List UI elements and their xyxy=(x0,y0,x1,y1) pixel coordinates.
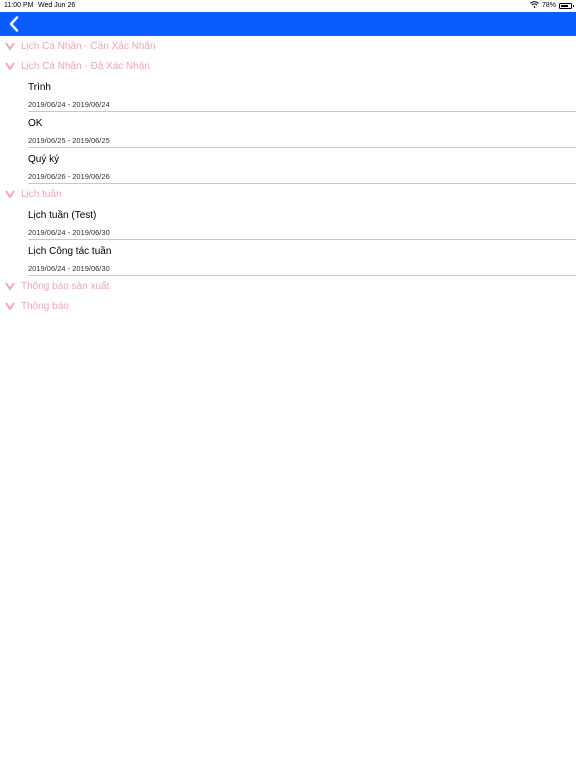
section-title: Thông báo sản xuất xyxy=(21,280,110,292)
back-button[interactable] xyxy=(6,15,22,33)
item-dates: 2019/06/25 - 2019/06/25 xyxy=(28,136,110,145)
item-title: Lịch Công tác tuần xyxy=(28,246,112,257)
battery-fill xyxy=(561,4,569,7)
status-right: 78% xyxy=(530,1,574,10)
item-title: Quý ký xyxy=(28,154,60,165)
status-bar: 11:00 PM Wed Jun 26 78% xyxy=(0,0,576,12)
list-item[interactable]: OK 2019/06/25 - 2019/06/25 xyxy=(28,112,576,148)
battery-icon xyxy=(559,2,574,9)
section-personal-confirmed[interactable]: Lịch Cá Nhân - Đã Xác Nhận xyxy=(0,56,576,76)
list-item[interactable]: Trình 2019/06/24 - 2019/06/24 xyxy=(28,76,576,112)
wifi-icon xyxy=(530,1,539,10)
section-title: Thông báo xyxy=(21,300,69,312)
schedule-list: Lịch Cá Nhân - Cần Xác Nhận Lịch Cá Nhân… xyxy=(0,36,576,316)
battery-percent: 78% xyxy=(541,2,556,9)
section-title: Lịch tuần xyxy=(21,188,62,200)
status-date: Wed Jun 26 xyxy=(38,2,76,9)
section-weekly[interactable]: Lịch tuần xyxy=(0,184,576,204)
item-dates: 2019/06/24 - 2019/06/24 xyxy=(28,100,110,109)
section-production-notice[interactable]: Thông báo sản xuất xyxy=(0,276,576,296)
nav-bar xyxy=(0,12,576,36)
section-title: Lịch Cá Nhân - Cần Xác Nhận xyxy=(21,40,156,52)
item-title: Trình xyxy=(28,82,51,93)
section-title: Lịch Cá Nhân - Đã Xác Nhận xyxy=(21,60,150,72)
chevron-down-icon xyxy=(5,302,15,310)
status-time: 11:00 PM xyxy=(4,2,34,9)
section-notice[interactable]: Thông báo xyxy=(0,296,576,316)
list-item[interactable]: Lịch Công tác tuần 2019/06/24 - 2019/06/… xyxy=(28,240,576,276)
list-item[interactable]: Quý ký 2019/06/26 - 2019/06/26 xyxy=(28,148,576,184)
list-item[interactable]: Lịch tuần (Test) 2019/06/24 - 2019/06/30 xyxy=(28,204,576,240)
chevron-down-icon xyxy=(5,42,15,50)
item-dates: 2019/06/26 - 2019/06/26 xyxy=(28,172,110,181)
chevron-down-icon xyxy=(5,282,15,290)
item-dates: 2019/06/24 - 2019/06/30 xyxy=(28,264,110,273)
item-dates: 2019/06/24 - 2019/06/30 xyxy=(28,228,110,237)
section-personal-pending[interactable]: Lịch Cá Nhân - Cần Xác Nhận xyxy=(0,36,576,56)
item-title: Lịch tuần (Test) xyxy=(28,210,97,221)
chevron-left-icon xyxy=(9,16,19,32)
chevron-down-icon xyxy=(5,190,15,198)
item-title: OK xyxy=(28,118,43,129)
chevron-down-icon xyxy=(5,62,15,70)
